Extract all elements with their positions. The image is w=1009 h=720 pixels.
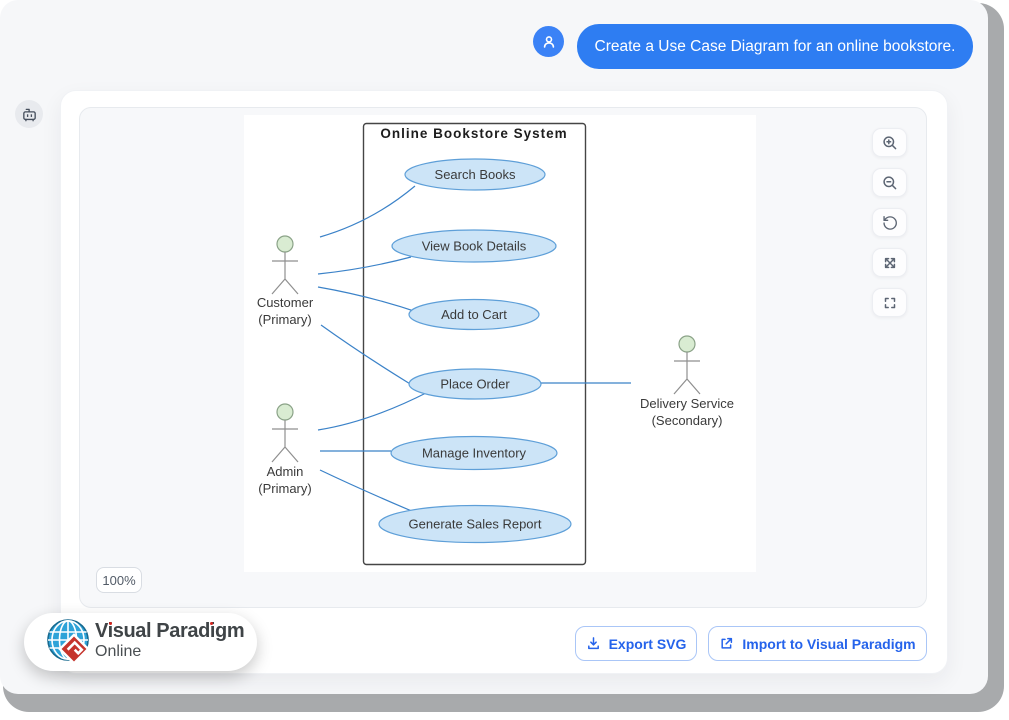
usecase-generate-sales-report: Generate Sales Report bbox=[379, 506, 571, 543]
svg-text:View Book Details: View Book Details bbox=[422, 239, 527, 254]
svg-text:Add to Cart: Add to Cart bbox=[441, 307, 507, 322]
fullscreen-corners-icon bbox=[881, 294, 899, 312]
external-link-icon bbox=[719, 636, 734, 651]
zoom-level-text: 100% bbox=[102, 573, 135, 588]
actor-admin: Admin (Primary) bbox=[258, 404, 311, 496]
reset-view-button[interactable] bbox=[872, 208, 907, 237]
magnifier-plus-icon bbox=[881, 134, 899, 152]
canvas-viewport[interactable]: Search Books View Book Details Add to Ca… bbox=[79, 107, 927, 608]
zoom-in-button[interactable] bbox=[872, 128, 907, 157]
app-window: Create a Use Case Diagram for an online … bbox=[0, 0, 988, 694]
svg-text:(Secondary): (Secondary) bbox=[652, 413, 723, 428]
logo-text: Visual Paradigm Online bbox=[95, 621, 244, 660]
magnifier-minus-icon bbox=[881, 174, 899, 192]
import-to-visual-paradigm-button[interactable]: Import to Visual Paradigm bbox=[708, 626, 927, 661]
user-avatar bbox=[533, 26, 564, 57]
bot-avatar bbox=[15, 100, 43, 128]
robot-icon bbox=[21, 106, 38, 123]
svg-text:Admin: Admin bbox=[267, 464, 304, 479]
zoom-out-button[interactable] bbox=[872, 168, 907, 197]
usecase-view-book-details: View Book Details bbox=[392, 230, 556, 262]
usecase-search-books: Search Books bbox=[405, 159, 545, 190]
actor-customer: Customer (Primary) bbox=[257, 236, 314, 327]
screen: Create a Use Case Diagram for an online … bbox=[0, 0, 1009, 720]
diagram-background: Search Books View Book Details Add to Ca… bbox=[244, 115, 756, 572]
rotate-ccw-icon bbox=[881, 214, 899, 232]
logo-title: Visual Paradigm bbox=[95, 621, 244, 641]
svg-text:Customer: Customer bbox=[257, 295, 314, 310]
canvas-card: Search Books View Book Details Add to Ca… bbox=[60, 90, 948, 674]
vp-globe-icon bbox=[46, 618, 92, 666]
zoom-level-badge: 100% bbox=[96, 567, 142, 593]
expand-button[interactable] bbox=[872, 248, 907, 277]
visual-paradigm-logo[interactable]: Visual Paradigm Online bbox=[24, 613, 257, 671]
svg-text:(Primary): (Primary) bbox=[258, 312, 311, 327]
export-svg-button[interactable]: Export SVG bbox=[575, 626, 697, 661]
use-case-diagram: Search Books View Book Details Add to Ca… bbox=[244, 115, 756, 572]
usecase-add-to-cart: Add to Cart bbox=[409, 300, 539, 330]
svg-text:Search Books: Search Books bbox=[435, 167, 516, 182]
user-message-bubble: Create a Use Case Diagram for an online … bbox=[577, 24, 973, 69]
expand-arrows-icon bbox=[881, 254, 899, 272]
logo-subtitle: Online bbox=[95, 644, 244, 660]
actor-delivery-service: Delivery Service (Secondary) bbox=[640, 336, 734, 428]
usecase-manage-inventory: Manage Inventory bbox=[391, 437, 557, 470]
svg-text:Generate Sales Report: Generate Sales Report bbox=[409, 517, 542, 532]
svg-text:Manage Inventory: Manage Inventory bbox=[422, 446, 527, 461]
svg-text:Delivery Service: Delivery Service bbox=[640, 396, 734, 411]
svg-text:(Primary): (Primary) bbox=[258, 481, 311, 496]
fullscreen-button[interactable] bbox=[872, 288, 907, 317]
export-svg-label: Export SVG bbox=[609, 636, 687, 652]
usecase-place-order: Place Order bbox=[409, 369, 541, 399]
system-title: Online Bookstore System bbox=[380, 126, 567, 141]
svg-text:Place Order: Place Order bbox=[440, 377, 510, 392]
user-message-text: Create a Use Case Diagram for an online … bbox=[595, 38, 956, 56]
user-icon bbox=[541, 34, 557, 50]
import-label: Import to Visual Paradigm bbox=[742, 636, 915, 652]
download-icon bbox=[586, 636, 601, 651]
